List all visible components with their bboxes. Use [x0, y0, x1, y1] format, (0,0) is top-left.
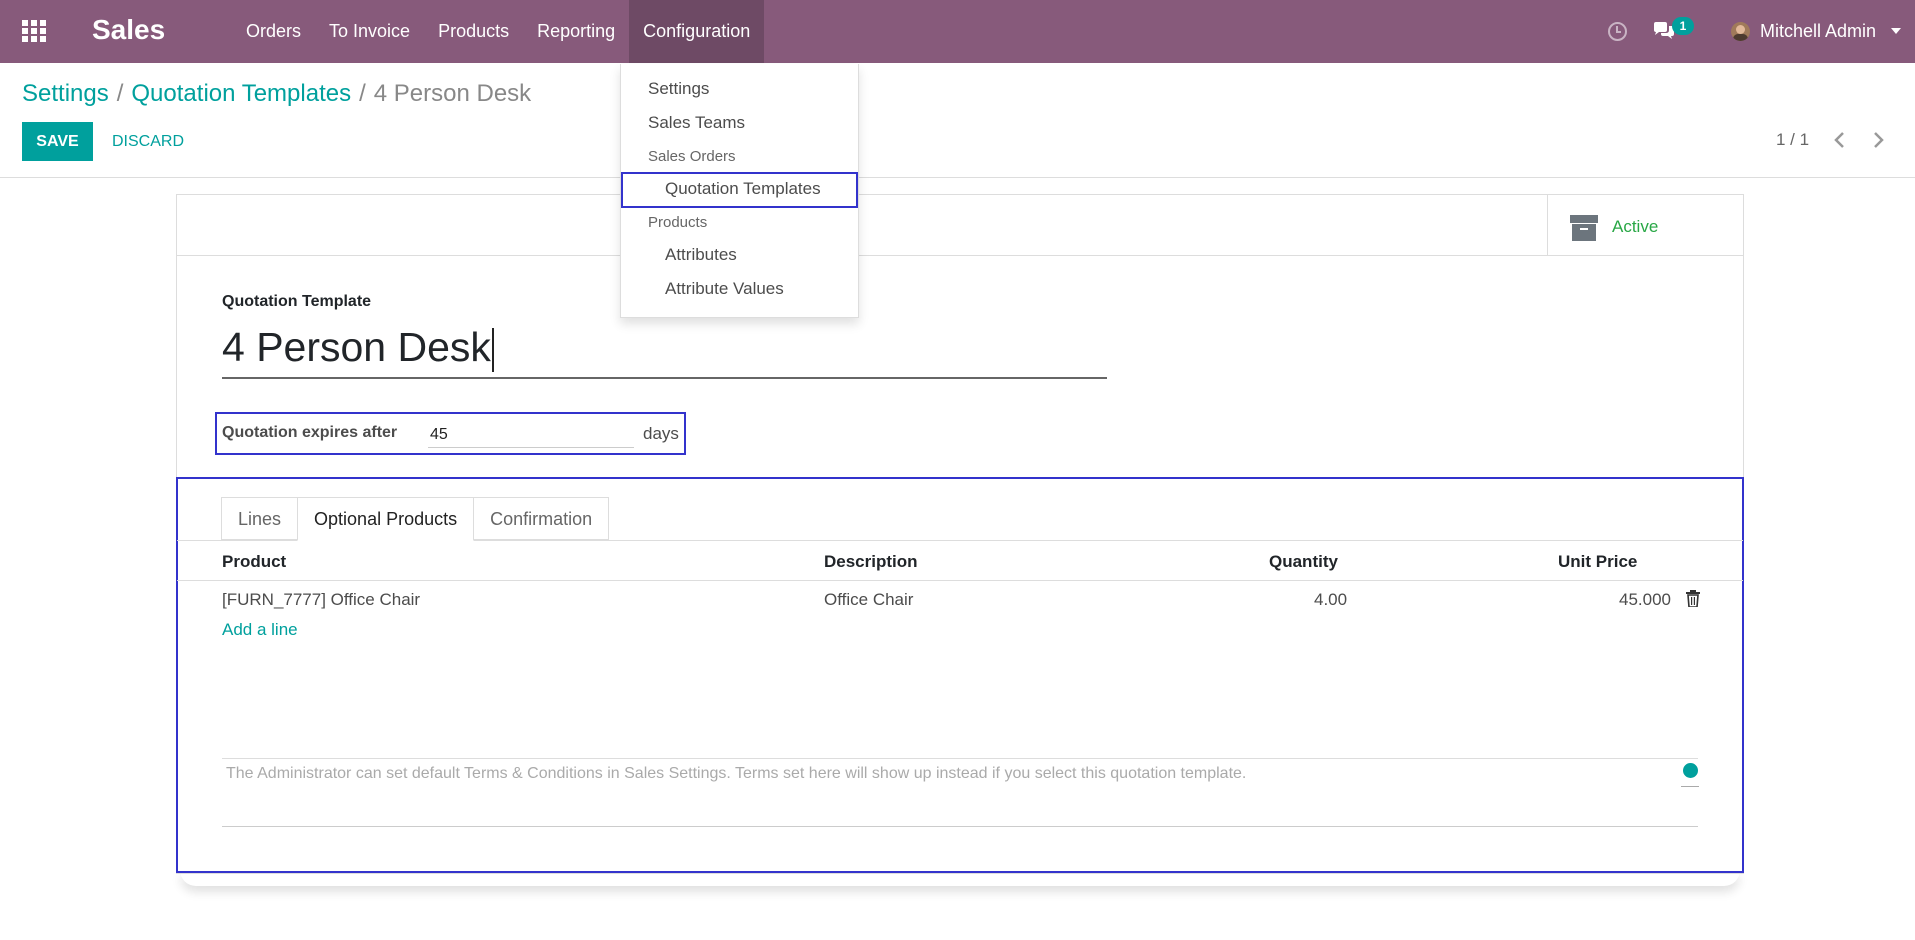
- dropdown-item-settings[interactable]: Settings: [648, 79, 709, 99]
- breadcrumb-quotation-templates[interactable]: Quotation Templates: [131, 80, 351, 107]
- expires-suffix: days: [643, 424, 679, 443]
- dropdown-header-products: Products: [648, 214, 708, 231]
- terms-bottom-border: [222, 826, 1698, 827]
- dropdown-item-quotation-templates[interactable]: Quotation Templates: [665, 179, 821, 199]
- dropdown-item-attribute-values[interactable]: Attribute Values: [665, 279, 784, 299]
- active-label: Active: [1612, 217, 1659, 236]
- top-navbar: Sales Orders To Invoice Products Reporti…: [0, 0, 1915, 63]
- dropdown-item-attributes[interactable]: Attributes: [665, 245, 737, 265]
- row-unit-price[interactable]: 45.000: [1619, 590, 1671, 610]
- form-sheet: Active Quotation Template 4 Person Desk …: [176, 194, 1744, 874]
- menu-configuration[interactable]: Configuration: [629, 0, 765, 63]
- column-description[interactable]: Description: [824, 552, 918, 572]
- dropdown-item-sales-teams[interactable]: Sales Teams: [648, 113, 745, 133]
- column-unit-price[interactable]: Unit Price: [1558, 552, 1637, 572]
- terms-conditions-field[interactable]: The Administrator can set default Terms …: [226, 765, 1246, 783]
- apps-menu-icon[interactable]: [22, 20, 48, 42]
- template-name-value: 4 Person Desk: [222, 324, 491, 370]
- user-menu[interactable]: Mitchell Admin: [1730, 0, 1915, 63]
- button-box: Active: [177, 195, 1743, 256]
- column-quantity[interactable]: Quantity: [1269, 552, 1338, 572]
- expires-label: Quotation expires after: [222, 424, 398, 441]
- globe-underline: [1681, 786, 1699, 787]
- pager-value[interactable]: 1 / 1: [1776, 130, 1809, 150]
- main-menu: Orders To Invoice Products Reporting Con…: [232, 0, 765, 63]
- tab-confirmation[interactable]: Confirmation: [473, 497, 610, 540]
- chevron-right-icon[interactable]: [1866, 128, 1890, 152]
- notebook-tabs: Lines Optional Products Confirmation: [221, 497, 610, 545]
- avatar: [1731, 22, 1750, 41]
- row-description[interactable]: Office Chair: [824, 590, 913, 610]
- expires-field-group: Quotation expires after 45 days: [215, 412, 686, 455]
- caret-down-icon: [1891, 28, 1901, 34]
- archive-icon: [1570, 215, 1598, 241]
- chat-badge: 1: [1672, 17, 1694, 35]
- menu-orders[interactable]: Orders: [232, 0, 315, 63]
- chevron-left-icon[interactable]: [1828, 128, 1852, 152]
- table-row[interactable]: [FURN_7777] Office Chair Office Chair 4.…: [177, 582, 1743, 616]
- breadcrumb-current: 4 Person Desk: [373, 80, 532, 107]
- user-name: Mitchell Admin: [1760, 21, 1877, 41]
- table-header: Product Description Quantity Unit Price: [177, 541, 1743, 581]
- trash-icon[interactable]: [1686, 590, 1700, 608]
- tab-optional-products[interactable]: Optional Products: [297, 497, 475, 541]
- terms-divider: [222, 758, 1698, 759]
- text-caret: [491, 328, 494, 373]
- activity-clock-icon[interactable]: [1608, 22, 1627, 41]
- row-quantity[interactable]: 4.00: [1314, 590, 1347, 610]
- breadcrumb-separator: /: [359, 80, 366, 107]
- save-button[interactable]: SAVE: [22, 122, 93, 161]
- app-brand[interactable]: Sales: [92, 14, 165, 46]
- discard-button[interactable]: DISCARD: [104, 122, 192, 161]
- breadcrumb: Settings / Quotation Templates / 4 Person De…: [22, 80, 531, 108]
- menu-reporting[interactable]: Reporting: [523, 0, 629, 63]
- dropdown-header-sales-orders: Sales Orders: [648, 148, 736, 165]
- menu-products[interactable]: Products: [424, 0, 523, 63]
- tab-lines[interactable]: Lines: [221, 497, 299, 540]
- active-toggle-button[interactable]: Active: [1547, 195, 1743, 256]
- template-name-label: Quotation Template: [222, 293, 372, 310]
- configuration-dropdown: Settings Sales Teams Sales Orders Quotat…: [620, 64, 859, 318]
- add-line-link[interactable]: Add a line: [222, 620, 298, 640]
- template-name-input[interactable]: 4 Person Desk: [222, 315, 1107, 379]
- row-product[interactable]: [FURN_7777] Office Chair: [222, 590, 420, 610]
- menu-to-invoice[interactable]: To Invoice: [315, 0, 424, 63]
- column-product[interactable]: Product: [222, 552, 286, 572]
- control-panel-divider: [0, 177, 1915, 178]
- globe-icon[interactable]: [1683, 763, 1698, 778]
- breadcrumb-separator: /: [116, 80, 124, 107]
- expires-days-input[interactable]: 45: [428, 422, 634, 448]
- breadcrumb-settings[interactable]: Settings: [22, 80, 109, 107]
